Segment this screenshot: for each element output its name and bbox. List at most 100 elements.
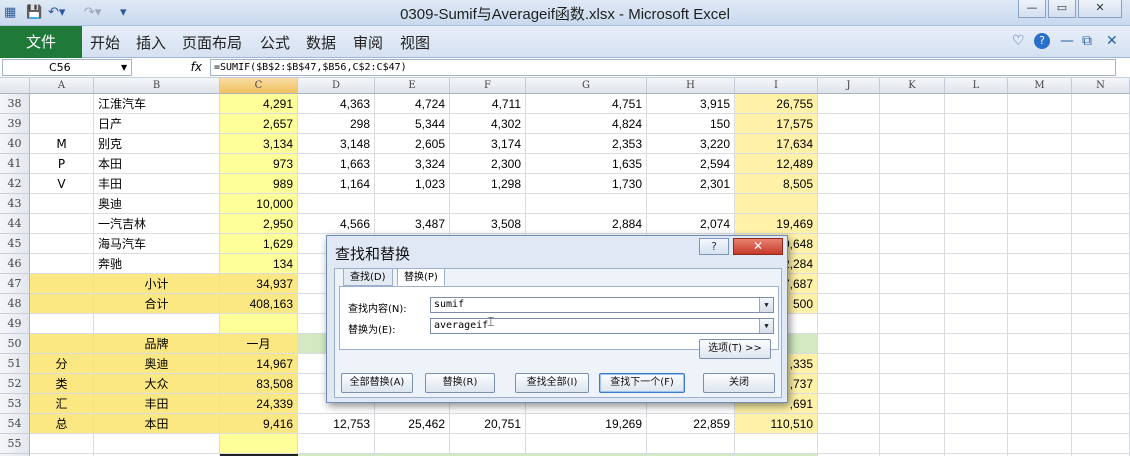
column-header-m[interactable]: M [1008, 78, 1072, 94]
name-box[interactable]: C56 ▼ [2, 59, 132, 76]
cell-a46[interactable] [30, 254, 94, 274]
cell-empty[interactable] [1072, 214, 1130, 234]
dialog-help-button[interactable]: ? [699, 238, 729, 255]
cell-empty[interactable] [945, 354, 1008, 374]
row-header-41[interactable]: 41 [0, 154, 30, 174]
cell-g40[interactable]: 2,353 [526, 134, 647, 154]
cell-empty[interactable] [1008, 314, 1072, 334]
cell-empty[interactable] [1072, 394, 1130, 414]
cell-a44[interactable] [30, 214, 94, 234]
cell-c38[interactable]: 4,291 [220, 94, 298, 114]
cell-empty[interactable] [880, 294, 945, 314]
cell-b43[interactable]: 奥迪 [94, 194, 220, 214]
cell-empty[interactable] [818, 174, 880, 194]
tab-formulas[interactable]: 公式 [260, 32, 290, 53]
cell-empty[interactable] [945, 294, 1008, 314]
cell-empty[interactable] [1008, 174, 1072, 194]
cell-b46[interactable]: 奔驰 [94, 254, 220, 274]
cell-e44[interactable]: 3,487 [375, 214, 450, 234]
cell-e42[interactable]: 1,023 [375, 174, 450, 194]
cell-b38[interactable]: 江淮汽车 [94, 94, 220, 114]
cell-e41[interactable]: 3,324 [375, 154, 450, 174]
chevron-down-icon[interactable]: ▼ [121, 60, 127, 75]
ribbon-minimize-icon[interactable]: — [1060, 33, 1074, 49]
cell-empty[interactable] [880, 174, 945, 194]
cell-empty[interactable] [880, 314, 945, 334]
column-header-e[interactable]: E [375, 78, 450, 94]
cell-c48[interactable]: 408,163 [220, 294, 298, 314]
cell-c51[interactable]: 14,967 [220, 354, 298, 374]
cell-d44[interactable]: 4,566 [298, 214, 375, 234]
row-header-49[interactable]: 49 [0, 314, 30, 334]
cell-g38[interactable]: 4,751 [526, 94, 647, 114]
cell-d41[interactable]: 1,663 [298, 154, 375, 174]
cell-empty[interactable] [818, 354, 880, 374]
replace-input[interactable]: averageif ▼ [430, 318, 774, 334]
tab-insert[interactable]: 插入 [136, 32, 166, 53]
cell-empty[interactable] [818, 154, 880, 174]
cell-empty[interactable] [818, 274, 880, 294]
cell-empty[interactable] [945, 314, 1008, 334]
cell-c47[interactable]: 34,937 [220, 274, 298, 294]
cell-empty[interactable] [880, 394, 945, 414]
row-header-53[interactable]: 53 [0, 394, 30, 414]
cell-empty[interactable] [1008, 214, 1072, 234]
cell-h39[interactable]: 150 [647, 114, 735, 134]
cell-empty[interactable] [1008, 294, 1072, 314]
cell-a45[interactable] [30, 234, 94, 254]
cell-empty[interactable] [1072, 114, 1130, 134]
cell-empty[interactable] [880, 354, 945, 374]
cell-empty[interactable] [818, 334, 880, 354]
cell-empty[interactable] [1072, 354, 1130, 374]
cell-empty[interactable] [945, 214, 1008, 234]
cell-h40[interactable]: 3,220 [647, 134, 735, 154]
cell-empty[interactable] [880, 194, 945, 214]
cell-b49[interactable] [94, 314, 220, 334]
cell-empty[interactable] [880, 134, 945, 154]
cell-a53[interactable]: 汇 [30, 394, 94, 414]
tab-page-layout[interactable]: 页面布局 [182, 32, 242, 53]
cell-c39[interactable]: 2,657 [220, 114, 298, 134]
cell-b45[interactable]: 海马汽车 [94, 234, 220, 254]
cell-empty[interactable] [945, 374, 1008, 394]
find-input[interactable]: sumif ▼ [430, 297, 774, 313]
cell-b50[interactable]: 品牌 [94, 334, 220, 354]
cell-empty[interactable] [1072, 314, 1130, 334]
row-header-43[interactable]: 43 [0, 194, 30, 214]
cell-empty[interactable] [818, 394, 880, 414]
cell-empty[interactable] [1008, 354, 1072, 374]
cell-empty[interactable] [818, 134, 880, 154]
cell-c43[interactable]: 10,000 [220, 194, 298, 214]
dialog-close-button[interactable]: ✕ [733, 238, 783, 255]
ribbon-restore-icon[interactable]: ⧉ [1082, 33, 1092, 49]
close-window-button[interactable]: ✕ [1078, 0, 1122, 18]
cell-f54[interactable]: 20,751 [450, 414, 526, 434]
cell-a39[interactable] [30, 114, 94, 134]
tab-replace[interactable]: 替换(P) [397, 268, 445, 286]
column-header-h[interactable]: H [647, 78, 735, 94]
cell-d55[interactable] [298, 434, 375, 454]
cell-h42[interactable]: 2,301 [647, 174, 735, 194]
cell-empty[interactable] [945, 154, 1008, 174]
cell-d40[interactable]: 3,148 [298, 134, 375, 154]
cell-c40[interactable]: 3,134 [220, 134, 298, 154]
cell-a51[interactable]: 分 [30, 354, 94, 374]
cell-i38[interactable]: 26,755 [735, 94, 818, 114]
cell-e40[interactable]: 2,605 [375, 134, 450, 154]
cell-f43[interactable] [450, 194, 526, 214]
help-icon[interactable]: ? [1034, 33, 1050, 49]
cell-h41[interactable]: 2,594 [647, 154, 735, 174]
cell-d39[interactable]: 298 [298, 114, 375, 134]
cell-empty[interactable] [945, 394, 1008, 414]
cell-empty[interactable] [945, 194, 1008, 214]
cell-empty[interactable] [945, 174, 1008, 194]
cell-a48[interactable] [30, 294, 94, 314]
cell-g44[interactable]: 2,884 [526, 214, 647, 234]
replace-dropdown-icon[interactable]: ▼ [759, 319, 773, 333]
cell-d42[interactable]: 1,164 [298, 174, 375, 194]
cell-i41[interactable]: 12,489 [735, 154, 818, 174]
cell-empty[interactable] [818, 414, 880, 434]
cell-empty[interactable] [1072, 194, 1130, 214]
cell-empty[interactable] [1008, 234, 1072, 254]
cell-e55[interactable] [375, 434, 450, 454]
